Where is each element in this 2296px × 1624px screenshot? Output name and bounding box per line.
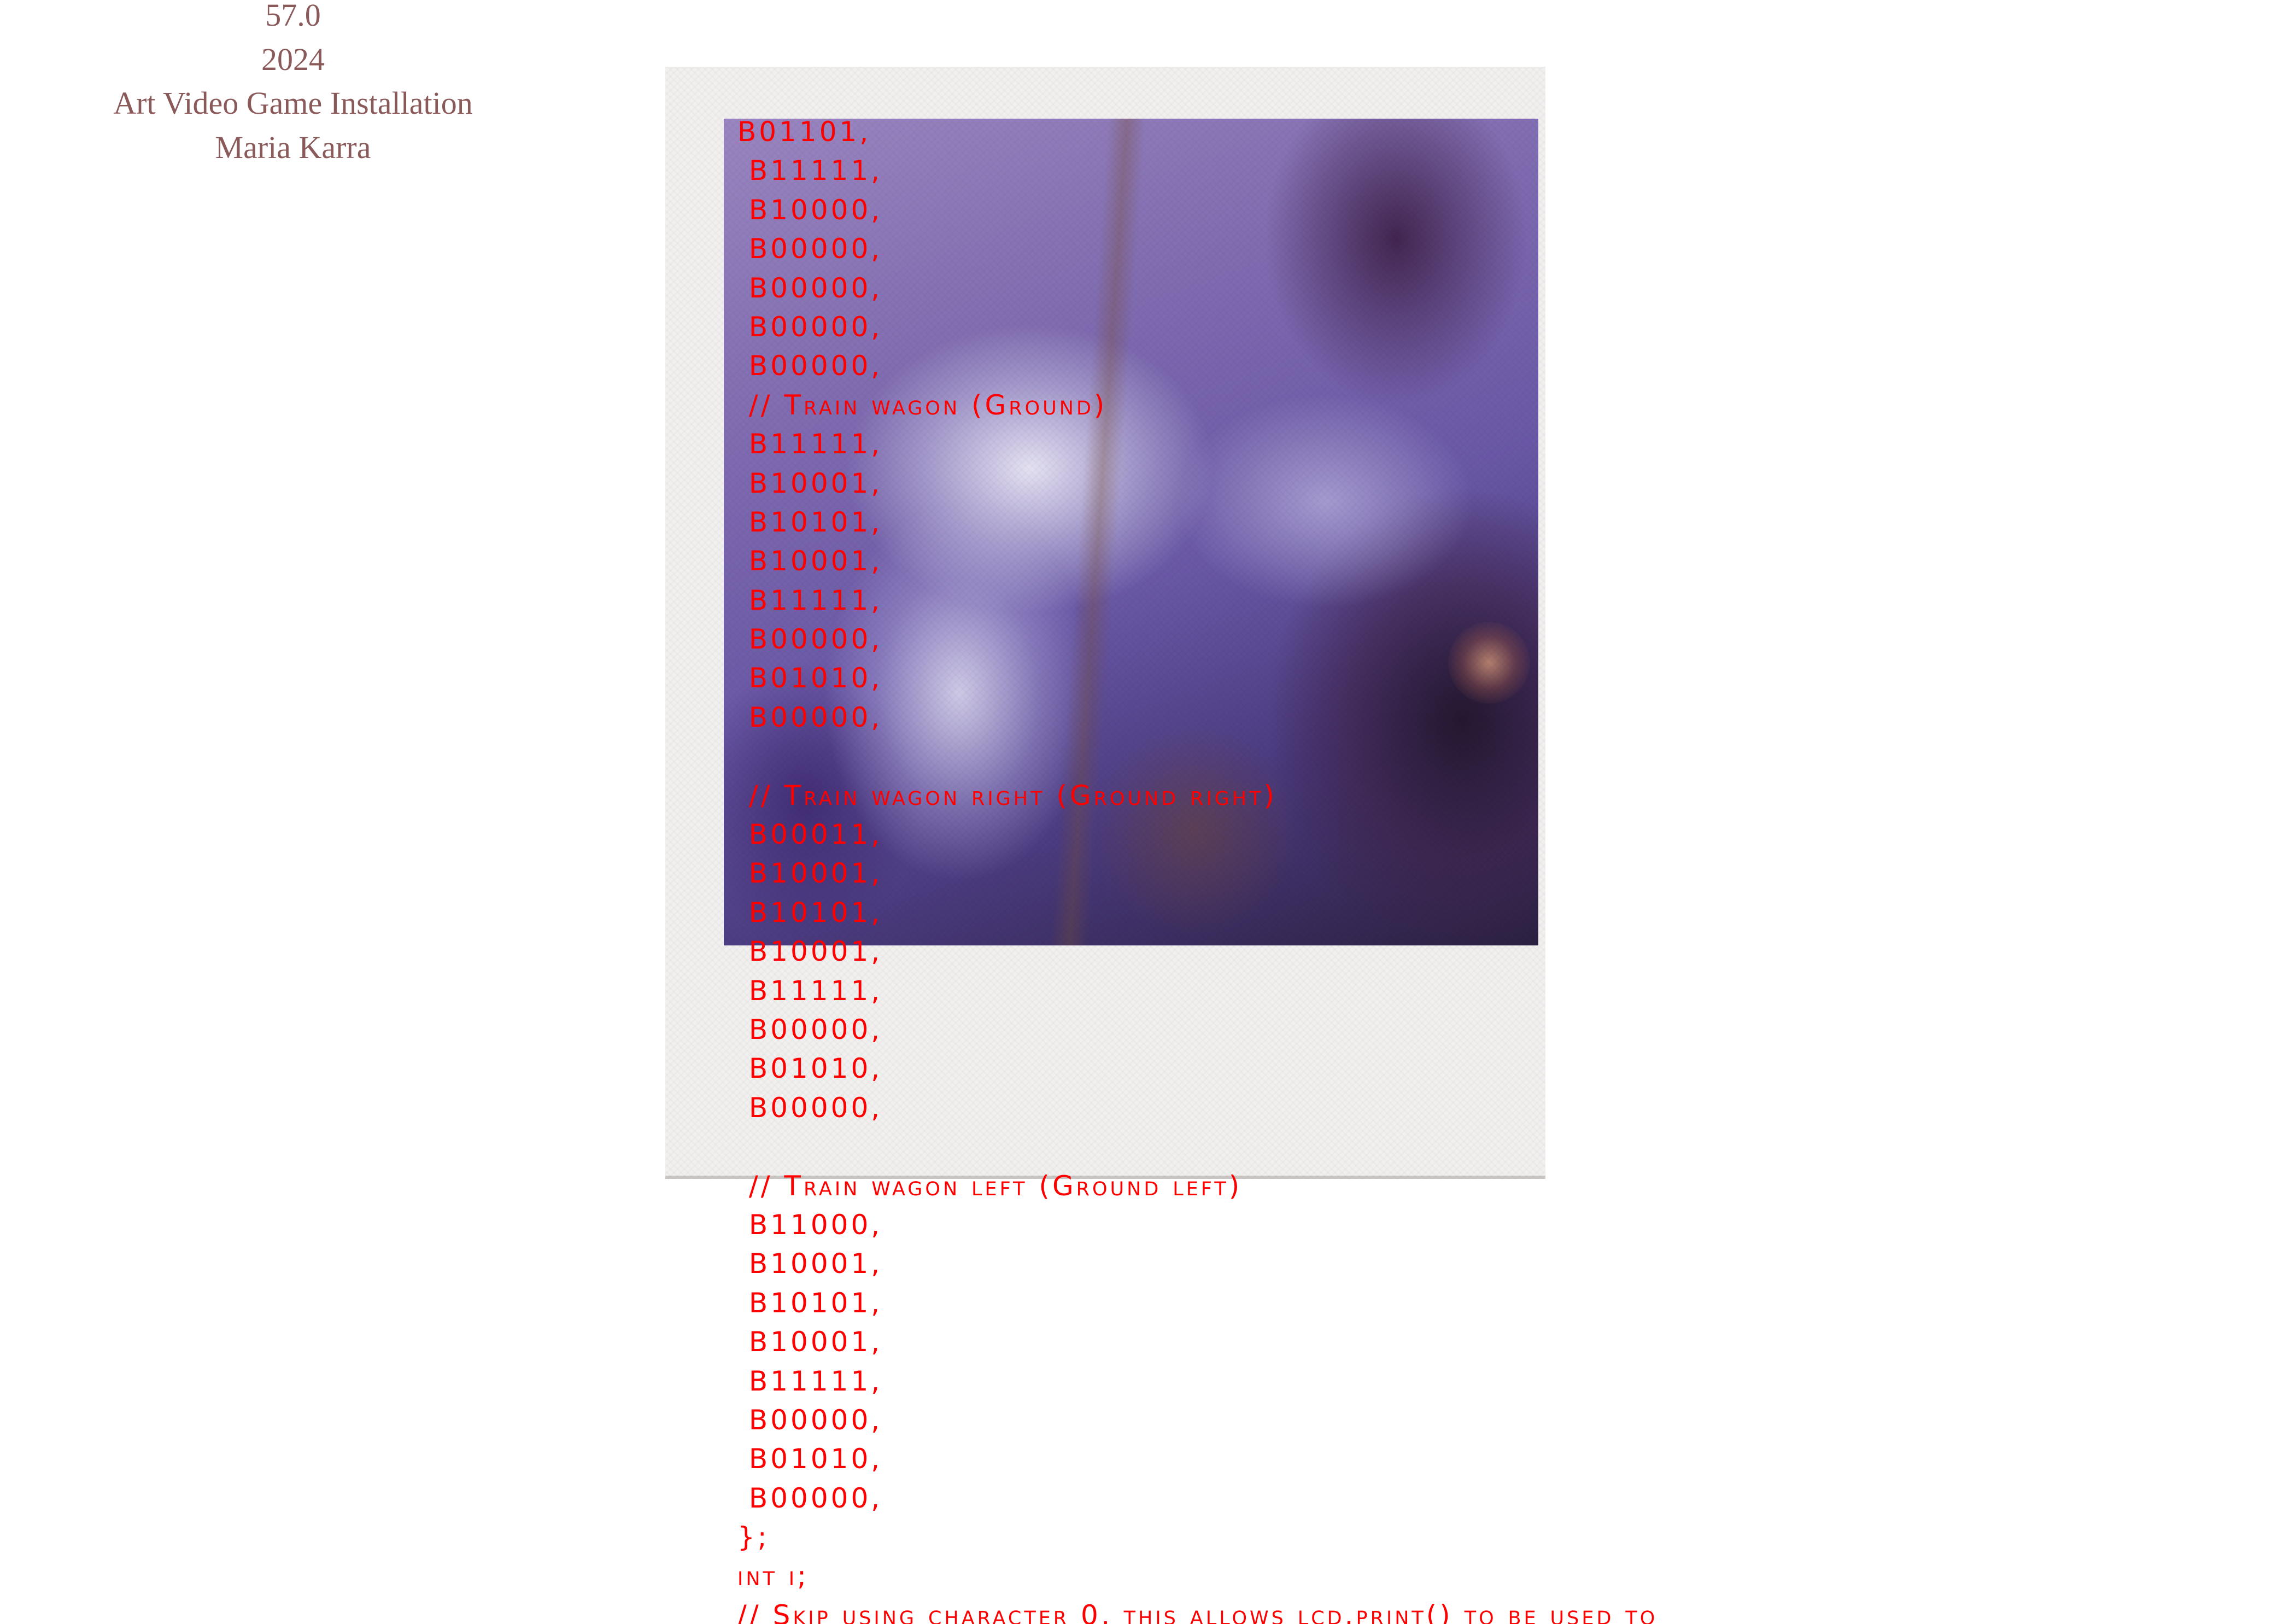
code-line: int i;	[737, 1560, 809, 1592]
code-line: B00000,	[737, 623, 883, 656]
code-line: // Train wagon left (Ground left)	[737, 1170, 1243, 1202]
code-line: };	[737, 1521, 770, 1553]
code-line: B00000,	[737, 701, 883, 733]
code-line: B00000,	[737, 350, 883, 382]
code-line: B00000,	[737, 311, 883, 343]
code-line: B01101,	[737, 116, 871, 148]
code-line: B10001,	[737, 1248, 883, 1280]
code-line: B11111,	[737, 1365, 883, 1397]
code-line: B00000,	[737, 1091, 883, 1124]
code-line: B10101,	[737, 896, 883, 928]
code-line: B11111,	[737, 155, 883, 187]
artist-name: Maria Karra	[215, 129, 371, 165]
code-line: B11000,	[737, 1208, 883, 1241]
code-overlay: B01101, B11111, B10000, B00000, B00000, …	[737, 113, 1657, 1624]
code-line: // Train wagon right (Ground right)	[737, 779, 1278, 811]
artwork-page: 57.0 2024 Art Video Game Installation Ma…	[0, 0, 2296, 1624]
artwork-title: Art Video Game Installation	[113, 85, 473, 121]
code-line: B10101,	[737, 506, 883, 538]
code-line: B00000,	[737, 1404, 883, 1436]
artwork-number: 57.0	[265, 0, 321, 33]
code-line: B11111,	[737, 584, 883, 616]
code-line: B00000,	[737, 1482, 883, 1514]
code-line: B10001,	[737, 857, 883, 890]
code-line: B00011,	[737, 819, 883, 851]
code-line: B00000,	[737, 272, 883, 304]
code-line: B01010,	[737, 1053, 883, 1085]
code-line: B10001,	[737, 467, 883, 499]
code-line: B00000,	[737, 233, 883, 265]
code-line: B00000,	[737, 1013, 883, 1045]
code-line: B10101,	[737, 1287, 883, 1319]
code-line: B01010,	[737, 1443, 883, 1475]
code-line: B11111,	[737, 428, 883, 460]
code-line: B10001,	[737, 936, 883, 968]
code-line: B11111,	[737, 974, 883, 1007]
code-line: // Skip using character 0, this allows l…	[737, 1599, 1658, 1624]
artwork-year: 2024	[261, 41, 325, 77]
artwork-caption: 57.0 2024 Art Video Game Installation Ma…	[0, 0, 586, 170]
code-line: B10000,	[737, 194, 883, 226]
code-line: // Train wagon (Ground)	[737, 389, 1108, 421]
code-line: B10001,	[737, 545, 883, 577]
code-line: B10001,	[737, 1326, 883, 1358]
code-line: B01010,	[737, 662, 883, 694]
